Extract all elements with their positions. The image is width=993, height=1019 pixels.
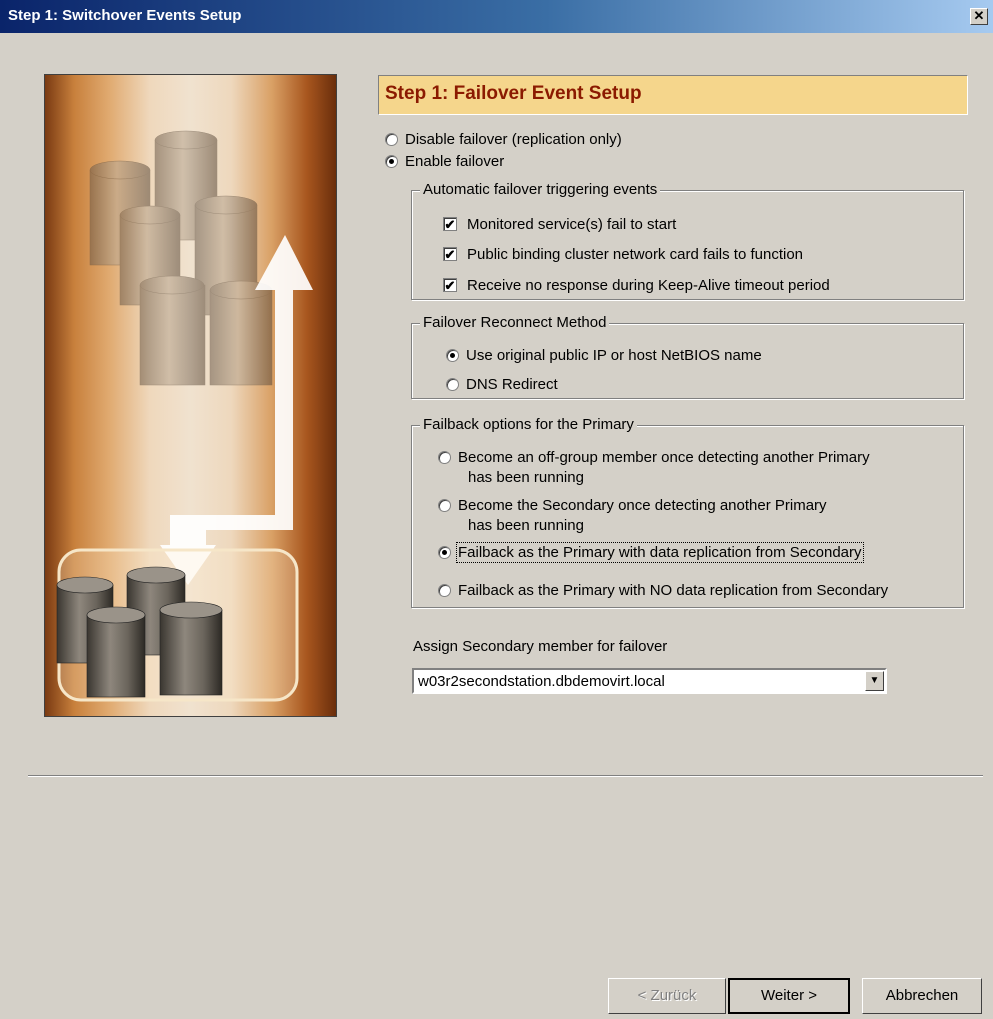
failback-options-group-title: Failback options for the Primary xyxy=(420,416,637,433)
keep-alive-checkbox[interactable]: ✔ Receive no response during Keep-Alive … xyxy=(443,277,830,294)
failback-no-replication-label: Failback as the Primary with NO data rep… xyxy=(458,582,889,599)
title-bar: Step 1: Switchover Events Setup ✕ xyxy=(0,0,993,33)
disable-failover-radio[interactable]: Disable failover (replication only) xyxy=(385,131,622,148)
radio-indicator xyxy=(446,349,459,362)
enable-failover-label: Enable failover xyxy=(405,153,505,170)
next-button[interactable]: Weiter > xyxy=(728,978,850,1014)
disable-failover-label: Disable failover (replication only) xyxy=(405,131,622,148)
failback-off-group-radio[interactable]: Become an off-group member once detectin… xyxy=(438,449,870,466)
failback-no-replication-radio[interactable]: Failback as the Primary with NO data rep… xyxy=(438,582,888,599)
radio-indicator xyxy=(438,451,451,464)
radio-indicator xyxy=(438,499,451,512)
monitored-services-checkbox[interactable]: ✔ Monitored service(s) fail to start xyxy=(443,216,676,233)
radio-indicator xyxy=(446,378,459,391)
failback-secondary-label-line2: has been running xyxy=(468,517,584,534)
reconnect-method-group-title: Failover Reconnect Method xyxy=(420,314,610,331)
chevron-down-icon[interactable]: ▼ xyxy=(865,671,884,691)
failback-secondary-label: Become the Secondary once detecting anot… xyxy=(458,497,827,514)
failback-secondary-radio[interactable]: Become the Secondary once detecting anot… xyxy=(438,497,827,514)
trigger-events-group-title: Automatic failover triggering events xyxy=(420,181,661,198)
secondary-member-label: Assign Secondary member for failover xyxy=(413,638,668,655)
dns-redirect-label: DNS Redirect xyxy=(466,376,558,393)
enable-failover-radio[interactable]: Enable failover xyxy=(385,153,504,170)
radio-indicator xyxy=(438,584,451,597)
back-button[interactable]: < Zurück xyxy=(608,978,726,1014)
wizard-illustration xyxy=(44,74,337,717)
failback-off-group-label: Become an off-group member once detectin… xyxy=(458,449,870,466)
secondary-member-select[interactable]: w03r2secondstation.dbdemovirt.local ▼ xyxy=(412,668,887,694)
footer-separator xyxy=(28,775,983,777)
checkbox-indicator: ✔ xyxy=(443,278,457,293)
cancel-button[interactable]: Abbrechen xyxy=(862,978,982,1014)
secondary-member-value: w03r2secondstation.dbdemovirt.local xyxy=(418,673,665,690)
failback-with-replication-label: Failback as the Primary with data replic… xyxy=(456,542,864,563)
radio-indicator xyxy=(385,133,398,146)
original-ip-radio[interactable]: Use original public IP or host NetBIOS n… xyxy=(446,347,762,364)
failback-off-group-label-line2: has been running xyxy=(468,469,584,486)
network-card-label: Public binding cluster network card fail… xyxy=(467,246,804,263)
radio-indicator xyxy=(385,155,398,168)
step-header-title: Step 1: Failover Event Setup xyxy=(385,83,642,104)
step-header: Step 1: Failover Event Setup xyxy=(378,75,968,115)
checkbox-indicator: ✔ xyxy=(443,247,457,262)
database-arrow-image xyxy=(56,130,313,702)
original-ip-label: Use original public IP or host NetBIOS n… xyxy=(466,347,762,364)
failback-with-replication-radio[interactable]: Failback as the Primary with data replic… xyxy=(438,542,864,563)
network-card-checkbox[interactable]: ✔ Public binding cluster network card fa… xyxy=(443,246,803,263)
keep-alive-label: Receive no response during Keep-Alive ti… xyxy=(467,277,830,294)
checkbox-indicator: ✔ xyxy=(443,217,457,232)
close-button[interactable]: ✕ xyxy=(970,8,988,25)
monitored-services-label: Monitored service(s) fail to start xyxy=(467,216,677,233)
dns-redirect-radio[interactable]: DNS Redirect xyxy=(446,376,558,393)
radio-indicator xyxy=(438,546,451,559)
window-title: Step 1: Switchover Events Setup xyxy=(8,7,242,24)
